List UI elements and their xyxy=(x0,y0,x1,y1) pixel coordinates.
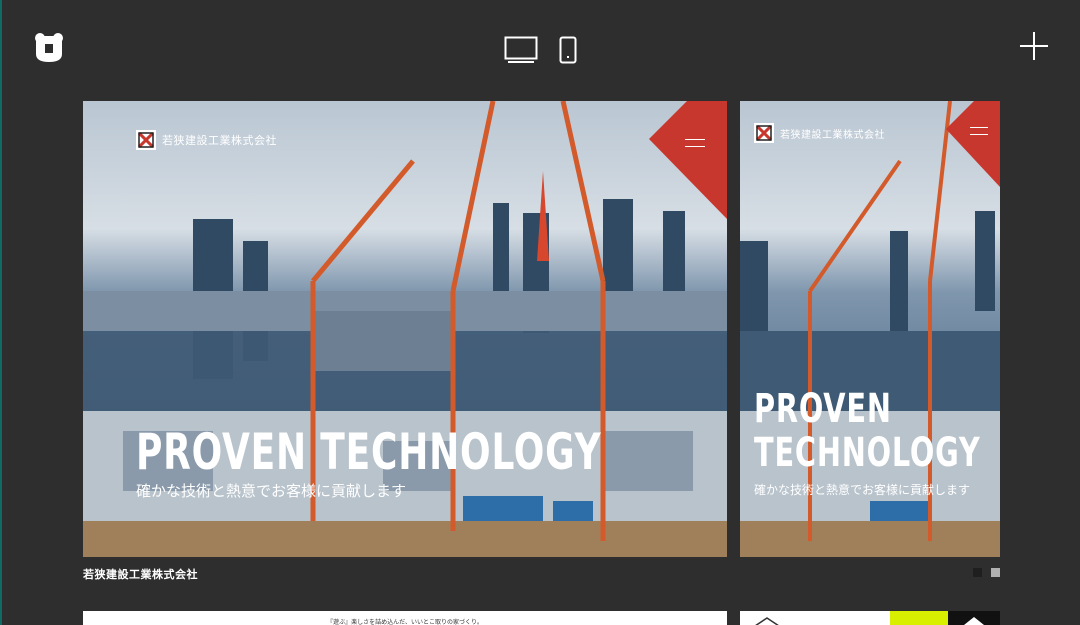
next-mobile-preview[interactable] xyxy=(740,611,1000,625)
hero-headline: PROVEN TECHNOLOGY xyxy=(136,423,602,481)
monitor-icon[interactable] xyxy=(504,36,538,69)
hamburger-icon[interactable] xyxy=(685,139,705,147)
next-desktop-preview[interactable]: 『遊ぶ』楽しさを詰め込んだ、いいとこ取りの家づくり。 xyxy=(83,611,727,625)
menu-corner-shape xyxy=(946,101,1000,187)
desktop-preview-card[interactable]: 若狭建設工業株式会社 PROVEN TECHNOLOGY 確かな技術と熱意でお客… xyxy=(83,101,727,557)
next-card-tagline: 『遊ぶ』楽しさを詰め込んだ、いいとこ取りの家づくり。 xyxy=(327,620,483,625)
company-name: 若狭建設工業株式会社 xyxy=(780,129,885,141)
black-block xyxy=(948,611,1000,625)
top-bar xyxy=(0,0,1080,100)
hero-subheadline: 確かな技術と熱意でお客様に貢献します xyxy=(136,483,407,500)
company-mark-icon xyxy=(754,123,774,143)
site-logo[interactable]: 若狭建設工業株式会社 xyxy=(136,130,277,150)
hero-headline-line2: TECHNOLOGY xyxy=(754,430,981,476)
pagination-dot-2[interactable] xyxy=(991,568,1000,577)
hero-subheadline: 確かな技術と熱意でお客様に貢献します xyxy=(754,483,971,497)
mobile-preview-card[interactable]: 若狭建設工業株式会社 PROVEN TECHNOLOGY 確かな技術と熱意でお客… xyxy=(740,101,1000,557)
site-logo[interactable]: 若狭建設工業株式会社 xyxy=(754,123,885,143)
company-mark-icon xyxy=(136,130,156,150)
menu-corner-shape xyxy=(649,101,727,219)
gallery-caption: 若狭建設工業株式会社 xyxy=(83,569,198,581)
hamburger-icon[interactable] xyxy=(970,127,988,135)
company-name: 若狭建設工業株式会社 xyxy=(162,135,277,147)
plus-icon[interactable] xyxy=(1018,30,1050,62)
hero-headline: PROVEN TECHNOLOGY xyxy=(754,387,981,475)
pagination-dot-1[interactable] xyxy=(973,568,982,577)
bear-icon[interactable] xyxy=(32,30,66,64)
smartphone-icon[interactable] xyxy=(559,36,577,69)
lime-block xyxy=(890,611,948,625)
house-outline-icon xyxy=(755,617,779,625)
hero-headline-line1: PROVEN xyxy=(754,386,892,432)
pagination-dots xyxy=(973,568,1000,577)
house-solid-icon xyxy=(964,617,984,625)
